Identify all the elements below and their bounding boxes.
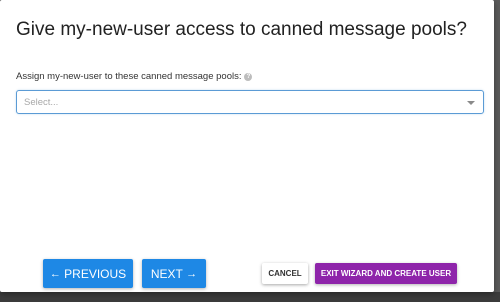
exit-wizard-create-user-button[interactable]: EXIT WIZARD AND CREATE USER	[315, 263, 457, 284]
dialog-title: Give my-new-user access to canned messag…	[16, 19, 467, 40]
pools-field-label: Assign my-new-user to these canned messa…	[16, 71, 253, 82]
background-edge	[494, 0, 500, 292]
next-button-label: NEXT	[150, 266, 183, 281]
cancel-button[interactable]: CANCEL	[262, 263, 308, 284]
previous-button-label: PREVIOUS	[64, 266, 127, 281]
help-icon[interactable]: ?	[244, 72, 253, 81]
canned-message-pools-select[interactable]: Select...	[16, 90, 484, 114]
arrow-right-icon: →	[186, 267, 198, 280]
arrow-left-icon: ←	[49, 267, 61, 280]
wizard-dialog: Give my-new-user access to canned messag…	[0, 0, 494, 292]
previous-button[interactable]: ← PREVIOUS	[43, 259, 133, 288]
pools-field-label-text: Assign my-new-user to these canned messa…	[16, 71, 242, 82]
next-button[interactable]: NEXT →	[142, 259, 206, 288]
chevron-down-icon[interactable]	[467, 101, 475, 105]
select-placeholder: Select...	[24, 97, 59, 108]
background-overlay	[0, 292, 500, 302]
